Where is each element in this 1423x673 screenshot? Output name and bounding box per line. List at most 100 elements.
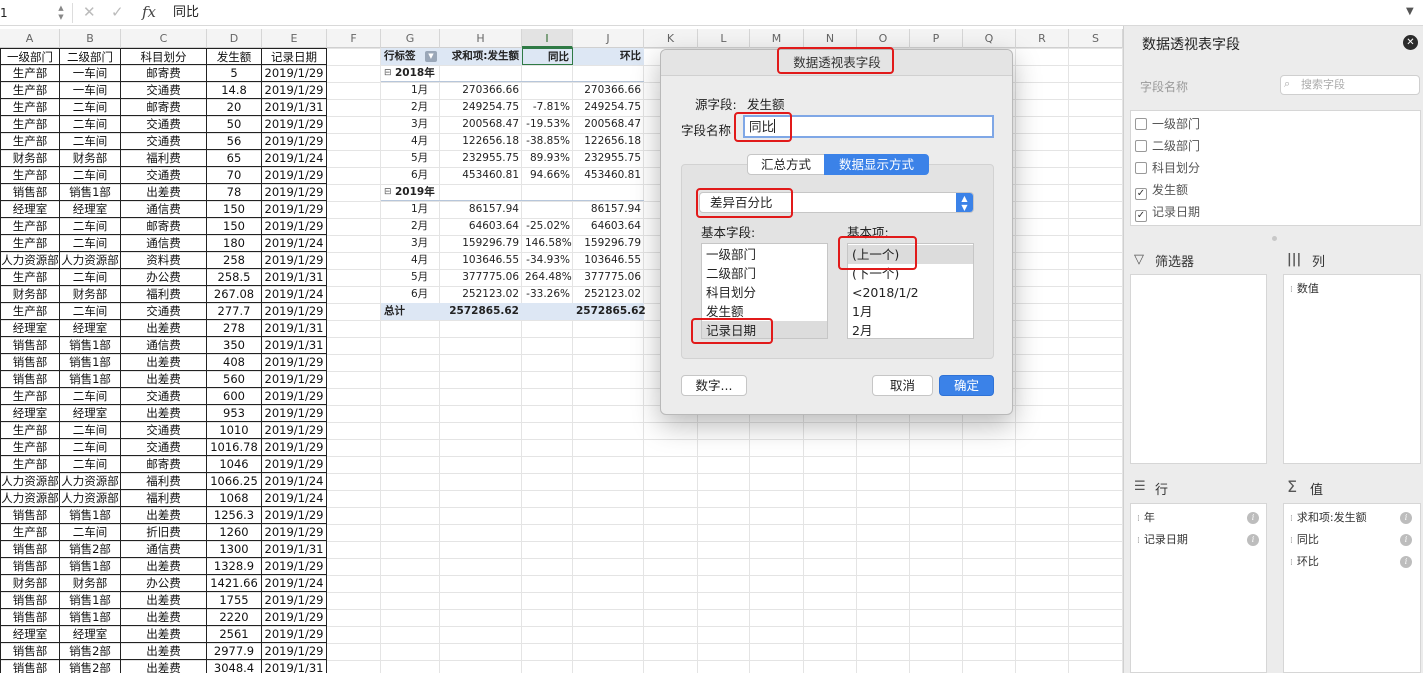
pivot-row[interactable]: 6月 453460.81 94.66% 453460.81 bbox=[381, 167, 644, 184]
table-cell[interactable]: 2019/1/29 bbox=[262, 252, 327, 269]
table-cell[interactable]: 邮寄费 bbox=[121, 65, 207, 82]
info-icon[interactable]: i bbox=[1247, 512, 1259, 524]
table-cell[interactable]: 2019/1/31 bbox=[262, 320, 327, 337]
table-cell[interactable]: 经理室 bbox=[60, 320, 121, 337]
pivot-cell[interactable] bbox=[522, 303, 573, 320]
rows-drop-area[interactable]: ⁞ 年 i ⁞ 记录日期 i bbox=[1130, 503, 1267, 673]
pivot-cell[interactable]: 200568.47 bbox=[573, 116, 644, 133]
table-cell[interactable]: 出差费 bbox=[121, 660, 207, 673]
table-cell[interactable]: 2019/1/29 bbox=[262, 354, 327, 371]
pivot-row[interactable]: 2月 249254.75 -7.81% 249254.75 bbox=[381, 99, 644, 116]
table-cell[interactable]: 生产部 bbox=[0, 116, 60, 133]
table-cell[interactable]: 二车间 bbox=[60, 218, 121, 235]
table-cell[interactable]: 2019/1/29 bbox=[262, 609, 327, 626]
table-cell[interactable]: 生产部 bbox=[0, 99, 60, 116]
base-item-option[interactable]: 2月 bbox=[848, 321, 973, 338]
table-cell[interactable]: 2019/1/29 bbox=[262, 65, 327, 82]
table-cell[interactable]: 交通费 bbox=[121, 439, 207, 456]
table-cell[interactable]: 277.7 bbox=[207, 303, 262, 320]
table-cell[interactable]: 生产部 bbox=[0, 235, 60, 252]
drag-handle-icon[interactable]: ⁞ bbox=[1290, 536, 1293, 546]
table-cell[interactable]: 生产部 bbox=[0, 524, 60, 541]
collapse-icon[interactable]: ⊟ bbox=[384, 184, 392, 201]
table-cell[interactable]: 交通费 bbox=[121, 116, 207, 133]
field-item[interactable]: 科目划分 bbox=[1135, 158, 1200, 178]
table-cell[interactable]: 办公费 bbox=[121, 269, 207, 286]
pivot-row[interactable]: 6月 252123.02 -33.26% 252123.02 bbox=[381, 286, 644, 303]
table-cell[interactable]: 408 bbox=[207, 354, 262, 371]
table-cell[interactable]: 财务部 bbox=[60, 575, 121, 592]
table-cell[interactable]: 78 bbox=[207, 184, 262, 201]
table-cell[interactable]: 交通费 bbox=[121, 303, 207, 320]
pivot-cell[interactable]: -33.26% bbox=[522, 286, 573, 303]
base-field-option[interactable]: 二级部门 bbox=[702, 264, 827, 283]
pivot-cell[interactable]: -7.81% bbox=[522, 99, 573, 116]
table-cell[interactable]: 2019/1/24 bbox=[262, 575, 327, 592]
pivot-cell[interactable]: 86157.94 bbox=[440, 201, 522, 218]
area-item[interactable]: ⁞ 数值 bbox=[1290, 279, 1416, 299]
table-cell[interactable]: 1046 bbox=[207, 456, 262, 473]
table-cell[interactable]: 600 bbox=[207, 388, 262, 405]
pivot-group-row[interactable]: ⊟ 2019年 bbox=[381, 184, 644, 201]
table-cell[interactable]: 2019/1/29 bbox=[262, 439, 327, 456]
table-cell[interactable]: 销售部 bbox=[0, 609, 60, 626]
table-cell[interactable]: 65 bbox=[207, 150, 262, 167]
pivot-cell[interactable]: 1月 bbox=[381, 201, 440, 218]
field-item[interactable]: ✓ 发生额 bbox=[1135, 180, 1188, 200]
table-cell[interactable]: 财务部 bbox=[0, 150, 60, 167]
table-cell[interactable]: 销售部 bbox=[0, 354, 60, 371]
pivot-row[interactable]: 1月 86157.94 86157.94 bbox=[381, 201, 644, 218]
table-cell[interactable]: 5 bbox=[207, 65, 262, 82]
table-cell[interactable]: 2019/1/29 bbox=[262, 456, 327, 473]
table-cell[interactable]: 销售部 bbox=[0, 507, 60, 524]
pivot-cell[interactable]: 同比 bbox=[522, 48, 573, 65]
field-item[interactable]: 二级部门 bbox=[1135, 136, 1200, 156]
cancel-button[interactable]: 取消 bbox=[872, 375, 933, 396]
table-cell[interactable]: 2019/1/29 bbox=[262, 626, 327, 643]
table-cell[interactable]: 经理室 bbox=[60, 201, 121, 218]
drag-handle-icon[interactable]: ⁞ bbox=[1290, 285, 1293, 295]
pivot-cell[interactable]: 264.48% bbox=[522, 269, 573, 286]
area-item[interactable]: ⁞ 环比 i bbox=[1290, 552, 1416, 572]
table-cell[interactable]: 出差费 bbox=[121, 609, 207, 626]
table-cell[interactable]: 邮寄费 bbox=[121, 456, 207, 473]
table-cell[interactable]: 二车间 bbox=[60, 167, 121, 184]
table-cell[interactable]: 2019/1/29 bbox=[262, 82, 327, 99]
values-drop-area[interactable]: ⁞ 求和项:发生额 i ⁞ 同比 i ⁞ 环比 i bbox=[1283, 503, 1421, 673]
pivot-row[interactable]: 4月 103646.55 -34.93% 103646.55 bbox=[381, 252, 644, 269]
table-cell[interactable]: 生产部 bbox=[0, 167, 60, 184]
area-item[interactable]: ⁞ 记录日期 i bbox=[1137, 530, 1263, 550]
area-item[interactable]: ⁞ 同比 i bbox=[1290, 530, 1416, 550]
table-cell[interactable]: 销售1部 bbox=[60, 184, 121, 201]
table-cell[interactable]: 生产部 bbox=[0, 422, 60, 439]
column-header-g[interactable]: G bbox=[381, 29, 440, 48]
table-cell[interactable]: 2019/1/29 bbox=[262, 201, 327, 218]
table-cell[interactable]: 销售1部 bbox=[60, 354, 121, 371]
table-cell[interactable]: 953 bbox=[207, 405, 262, 422]
table-cell[interactable]: 2019/1/24 bbox=[262, 490, 327, 507]
info-icon[interactable]: i bbox=[1247, 534, 1259, 546]
table-cell[interactable]: 人力资源部 bbox=[60, 252, 121, 269]
table-cell[interactable]: 1068 bbox=[207, 490, 262, 507]
table-cell[interactable]: 2019/1/24 bbox=[262, 150, 327, 167]
pivot-cell[interactable]: 249254.75 bbox=[573, 99, 644, 116]
expand-formula-bar-chevron-down-icon[interactable]: ▼ bbox=[1406, 2, 1420, 22]
table-cell[interactable]: 销售部 bbox=[0, 184, 60, 201]
table-cell[interactable]: 2019/1/29 bbox=[262, 116, 327, 133]
pivot-cell[interactable]: 103646.55 bbox=[573, 252, 644, 269]
table-cell[interactable]: 560 bbox=[207, 371, 262, 388]
base-item-option[interactable]: 1月 bbox=[848, 302, 973, 321]
insert-function-icon[interactable]: fx bbox=[142, 2, 160, 22]
pivot-row[interactable]: 4月 122656.18 -38.85% 122656.18 bbox=[381, 133, 644, 150]
table-cell[interactable]: 交通费 bbox=[121, 133, 207, 150]
ok-button[interactable]: 确定 bbox=[939, 375, 994, 396]
pivot-cell[interactable]: 1月 bbox=[381, 82, 440, 99]
table-cell[interactable]: 2019/1/31 bbox=[262, 337, 327, 354]
table-cell[interactable]: 二车间 bbox=[60, 388, 121, 405]
pivot-header-row[interactable]: 行标签 求和项:发生额 同比 环比 bbox=[381, 48, 644, 65]
table-cell[interactable]: 180 bbox=[207, 235, 262, 252]
pivot-cell[interactable]: -25.02% bbox=[522, 218, 573, 235]
pivot-cell[interactable]: 252123.02 bbox=[440, 286, 522, 303]
pivot-cell[interactable]: 159296.79 bbox=[440, 235, 522, 252]
table-cell[interactable]: 14.8 bbox=[207, 82, 262, 99]
